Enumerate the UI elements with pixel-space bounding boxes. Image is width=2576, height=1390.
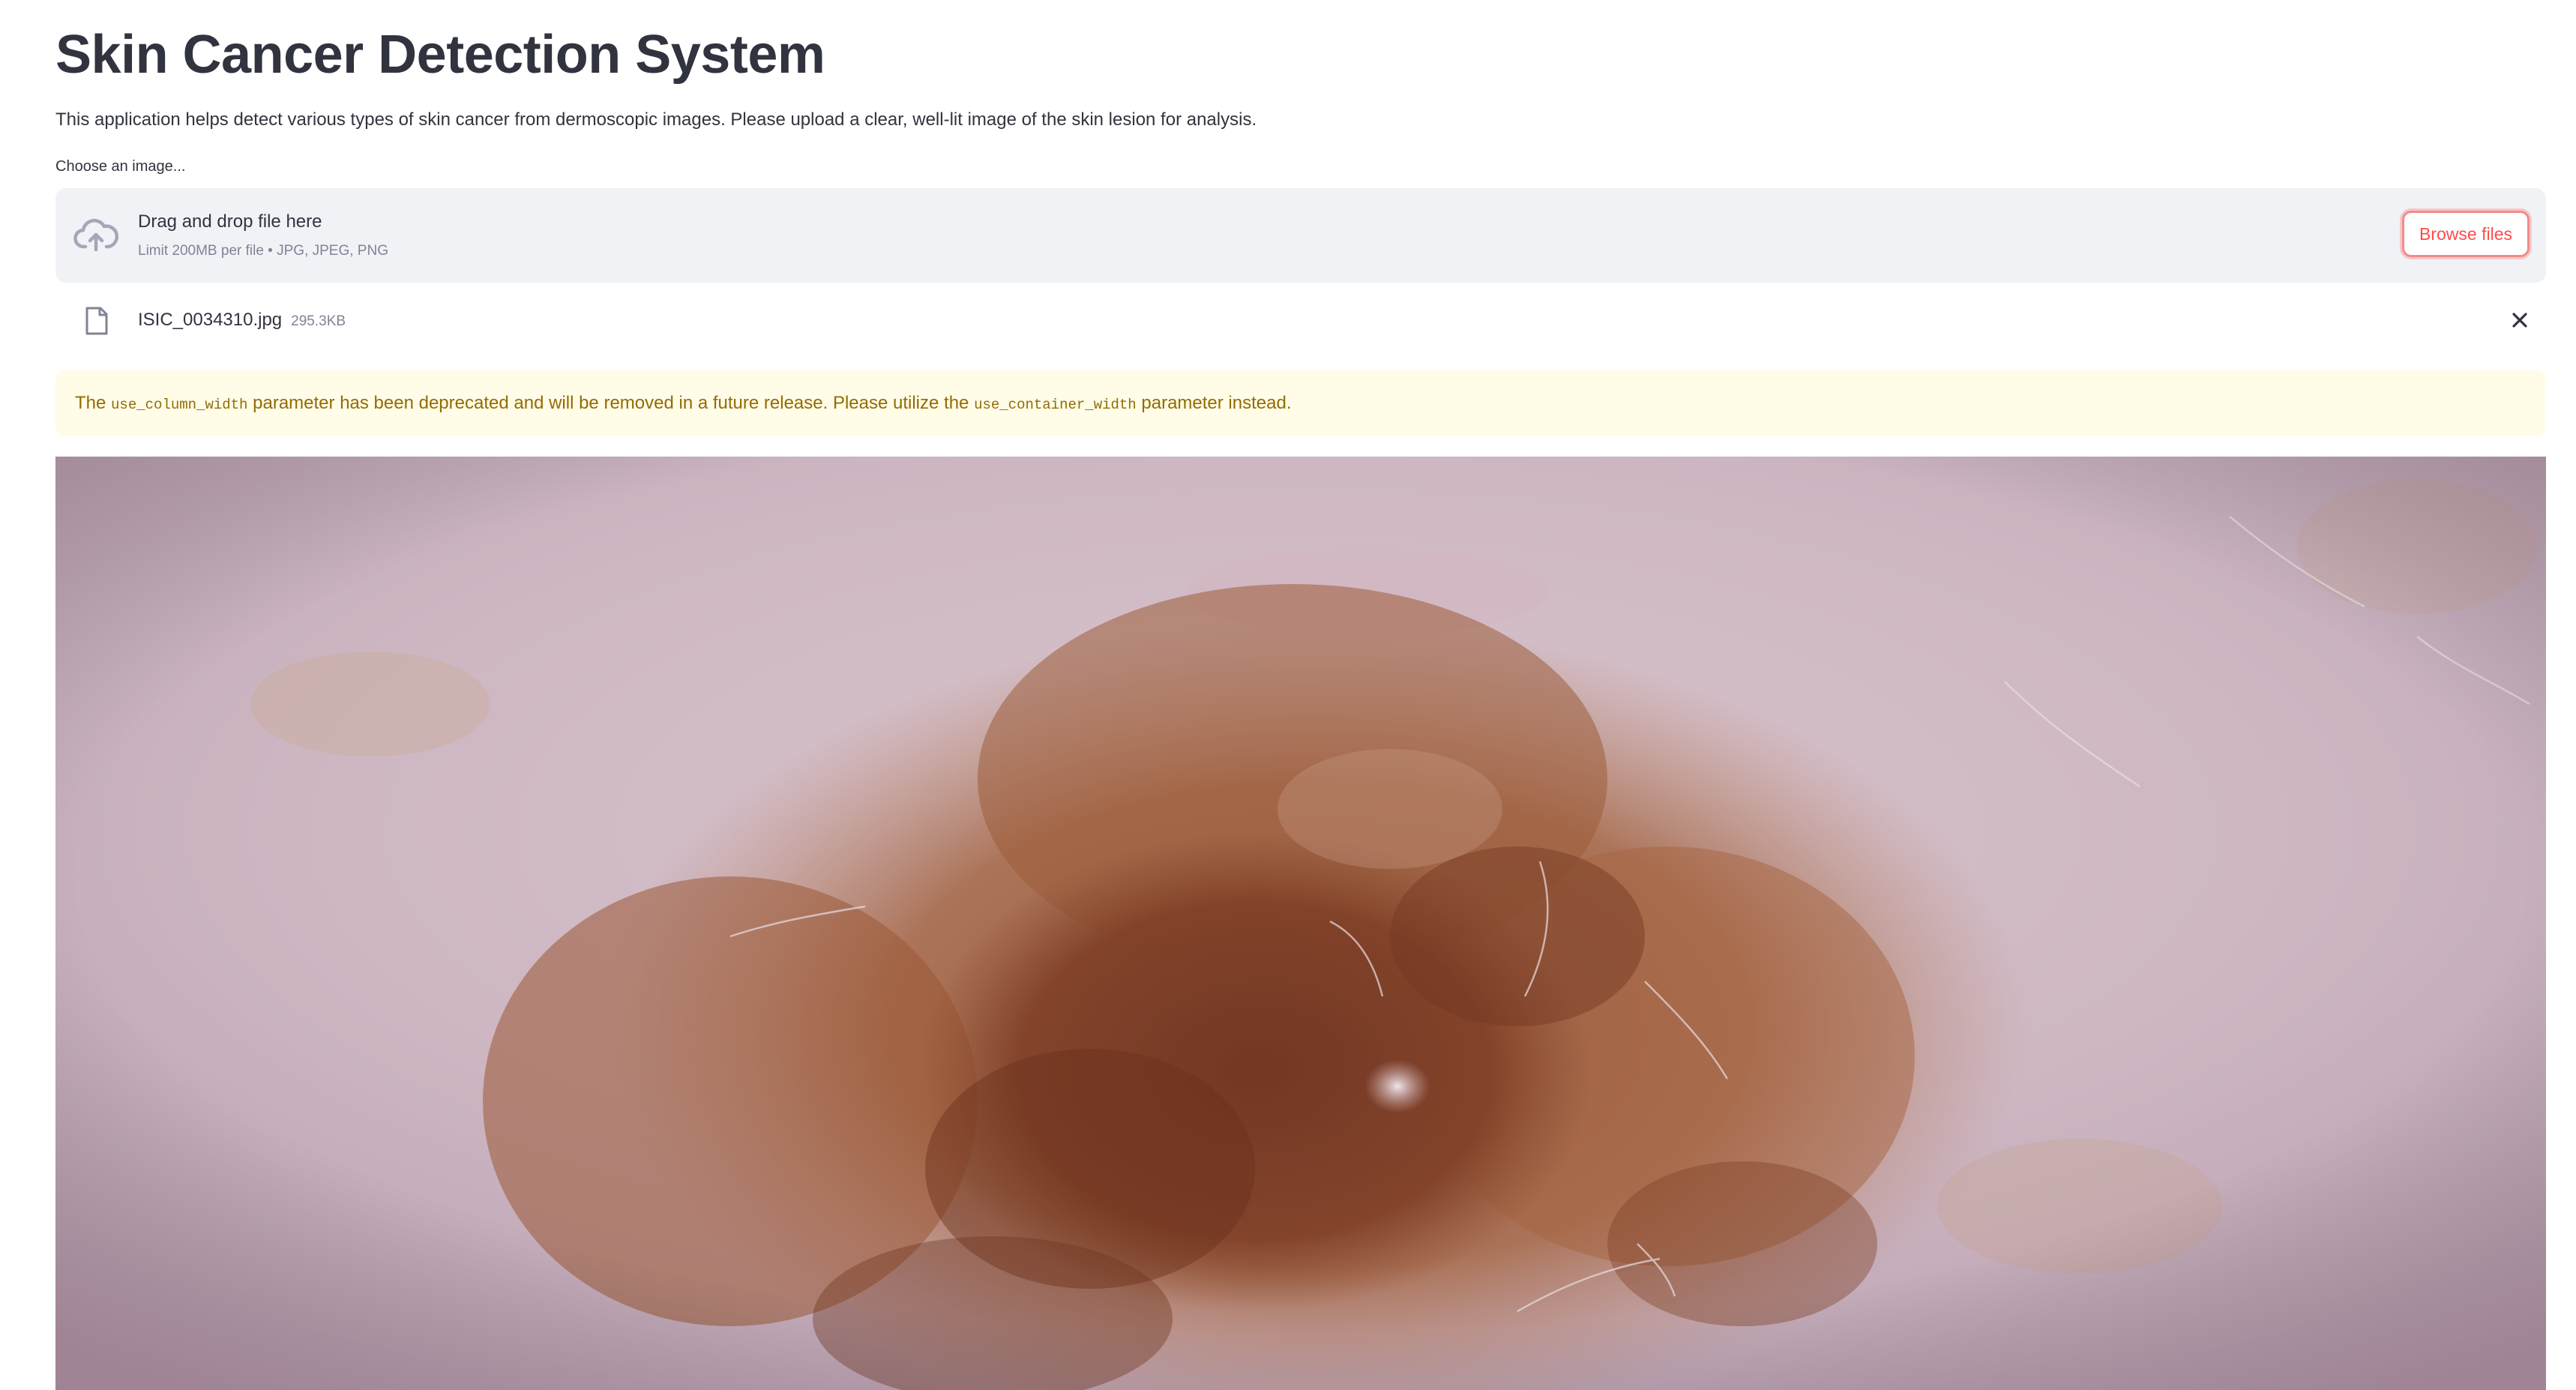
dropzone-title: Drag and drop file here	[138, 211, 322, 232]
file-dropzone[interactable]: Drag and drop file here Limit 200MB per …	[55, 188, 2546, 283]
file-size-text: 295.3KB	[291, 313, 346, 329]
warning-suffix: parameter instead.	[1141, 393, 1292, 413]
file-name-text: ISIC_0034310.jpg	[138, 310, 283, 330]
page-title: Skin Cancer Detection System	[55, 25, 825, 85]
warning-middle: parameter has been deprecated and will b…	[253, 393, 969, 413]
warning-param-old: use_column_width	[111, 397, 248, 413]
uploaded-lesion-image	[55, 457, 2546, 1390]
uploaded-file-name: ISIC_0034310.jpg 295.3KB	[138, 307, 346, 334]
uploader-label: Choose an image...	[55, 158, 186, 175]
browse-files-button[interactable]: Browse files	[2402, 211, 2530, 257]
intro-text: This application helps detect various ty…	[55, 109, 1257, 130]
deprecation-warning: The use_column_width parameter has been …	[55, 370, 2546, 436]
cloud-upload-icon	[73, 218, 118, 252]
file-icon	[85, 307, 108, 335]
warning-prefix: The	[75, 393, 106, 413]
close-icon[interactable]	[2507, 307, 2533, 333]
app-page: Skin Cancer Detection System This applic…	[0, 0, 2576, 1390]
warning-param-new: use_container_width	[974, 397, 1137, 413]
dropzone-limit-text: Limit 200MB per file • JPG, JPEG, PNG	[138, 243, 388, 259]
uploaded-file-row: ISIC_0034310.jpg 295.3KB	[55, 292, 2546, 348]
